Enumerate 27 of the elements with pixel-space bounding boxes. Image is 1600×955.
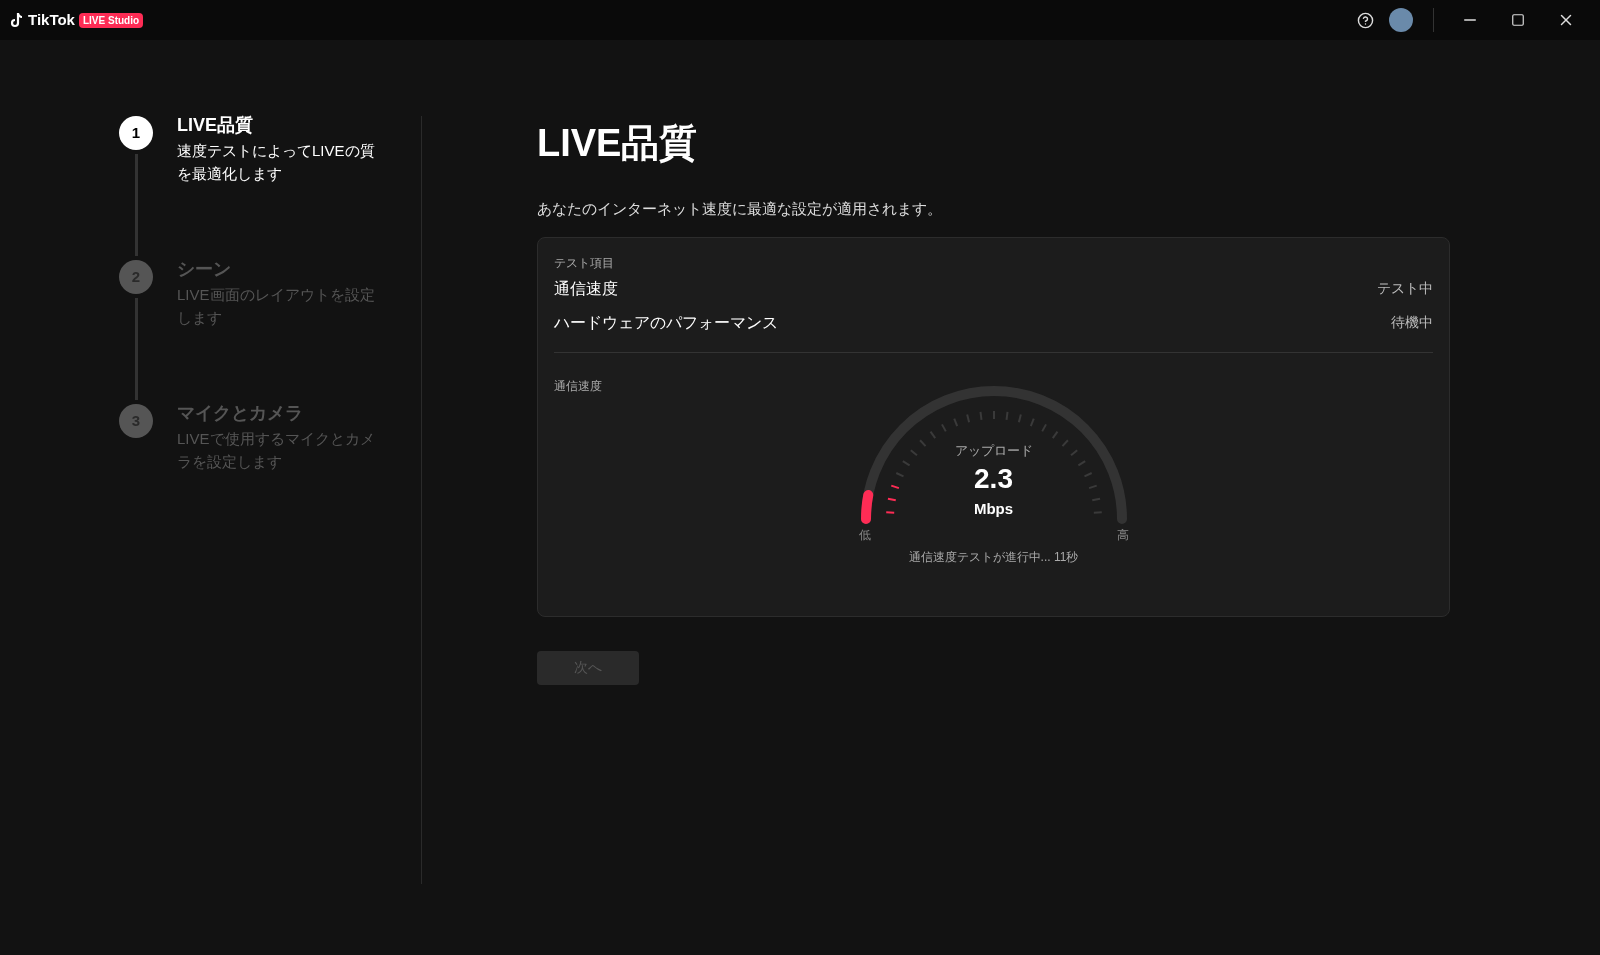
step-title[interactable]: シーン [177,256,385,283]
gauge-label: アップロード [954,441,1033,460]
test-item-name: ハードウェアのパフォーマンス [554,312,778,333]
low-label: 低 [858,526,871,544]
maximize-icon[interactable] [1511,13,1525,27]
help-icon[interactable] [1356,11,1374,29]
step-title[interactable]: マイクとカメラ [177,400,385,427]
step-title[interactable]: LIVE品質 [177,112,385,139]
step-description: LIVEで使用するマイクとカメラを設定します [177,429,376,472]
section-label: 通信速度 [554,377,603,395]
progress-text: 通信速度テストが進行中... 11秒 [908,548,1079,566]
page-subtitle: あなたのインターネット速度に最適な設定が適用されます。 [537,199,943,219]
step-number: 1 [119,116,153,150]
avatar[interactable] [1389,8,1413,32]
step-description: LIVE画面のレイアウトを設定します [177,285,376,328]
speed-value: 2.3 [974,462,1013,496]
section-heading: テスト項目 [554,254,615,272]
app-logo-text: TikTok [28,9,75,30]
test-item-status: 待機中 [1391,313,1433,332]
page-title: LIVE品質 [537,121,699,166]
music-note-icon [10,12,24,28]
test-item-name: 通信速度 [554,278,618,299]
test-item-status: テスト中 [1377,279,1433,298]
live-studio-badge: LIVE Studio [78,12,144,28]
speed-unit: Mbps [973,499,1014,519]
high-label: 高 [1116,526,1129,544]
step-description: 速度テストによってLIVEの質を最適化します [177,141,376,184]
